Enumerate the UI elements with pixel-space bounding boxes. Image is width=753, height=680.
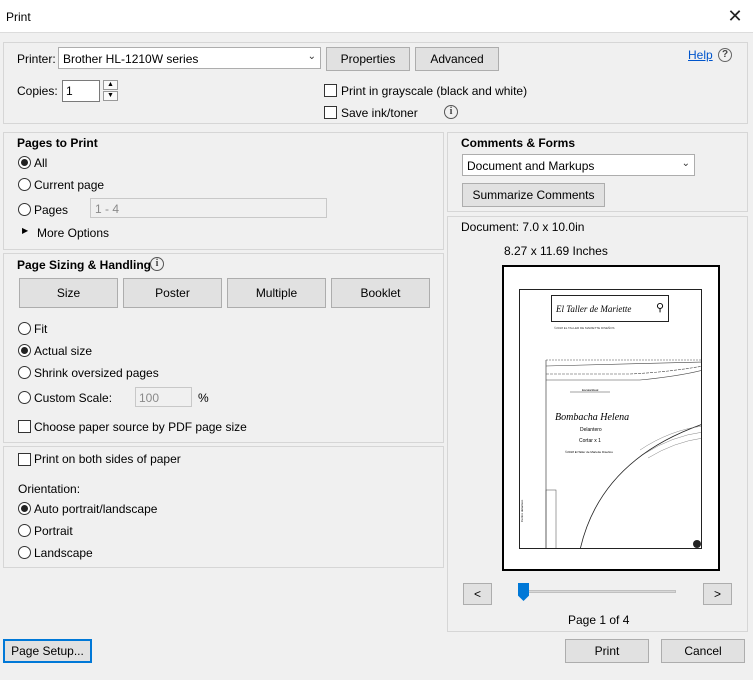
grayscale-label[interactable]: Print in grayscale (black and white) [341, 84, 527, 98]
page-setup-button[interactable]: Page Setup... [3, 639, 92, 663]
copies-down-button[interactable]: ▼ [103, 91, 118, 101]
radio-actual-size[interactable] [18, 344, 31, 357]
page-slider-track[interactable] [518, 590, 676, 593]
preview-section: Document: 7.0 x 10.0in 8.27 x 11.69 Inch… [447, 216, 748, 632]
window-title: Print [6, 10, 31, 24]
cancel-button[interactable]: Cancel [661, 639, 745, 663]
percent-label: % [198, 391, 209, 405]
copies-field[interactable]: 1 [62, 80, 100, 102]
orientation-section: Print on both sides of paper Orientation… [3, 446, 444, 568]
landscape-label[interactable]: Landscape [34, 546, 93, 560]
multiple-button[interactable]: Multiple [227, 278, 326, 308]
orientation-label: Orientation: [18, 482, 81, 496]
page-sizing-heading: Page Sizing & Handling [17, 258, 152, 272]
radio-shrink[interactable] [18, 366, 31, 379]
radio-custom-scale[interactable] [18, 391, 31, 404]
radio-current-page[interactable] [18, 178, 31, 191]
help-link[interactable]: Help [688, 48, 713, 62]
grayscale-checkbox[interactable] [324, 84, 337, 97]
radio-fit[interactable] [18, 322, 31, 335]
chevron-down-icon: ⌄ [681, 158, 690, 169]
pages-range-input[interactable]: 1 - 4 [90, 198, 327, 218]
more-options-label[interactable]: More Options [37, 226, 109, 240]
document-size-label: Document: 7.0 x 10.0in [461, 220, 585, 234]
pattern-part: Delantero [580, 427, 602, 433]
comments-select[interactable]: Document and Markups ⌄ [462, 154, 695, 176]
preview-page-border: El Taller de Mariette ⚲ ©2018 EL TALLER … [519, 289, 702, 549]
properties-button[interactable]: Properties [326, 47, 410, 71]
pattern-side-text: Centro delantero [520, 499, 524, 522]
printer-section: Printer: Brother HL-1210W series ⌄ Prope… [3, 42, 748, 124]
fit-label[interactable]: Fit [34, 322, 47, 336]
shrink-label[interactable]: Shrink oversized pages [34, 366, 159, 380]
page-preview: El Taller de Mariette ⚲ ©2018 EL TALLER … [502, 265, 720, 571]
chevron-down-icon: ⌄ [307, 51, 316, 62]
title-bar: Print ✕ [0, 0, 753, 33]
triangle-right-icon[interactable]: ▶ [22, 226, 28, 235]
next-page-button[interactable]: > [703, 583, 732, 605]
printer-select[interactable]: Brother HL-1210W series ⌄ [58, 47, 321, 69]
printer-select-value: Brother HL-1210W series [63, 52, 199, 66]
portrait-label[interactable]: Portrait [34, 524, 73, 538]
both-sides-label[interactable]: Print on both sides of paper [34, 452, 181, 466]
copies-value: 1 [66, 84, 73, 98]
advanced-button[interactable]: Advanced [415, 47, 499, 71]
save-ink-checkbox[interactable] [324, 106, 337, 119]
pages-label[interactable]: Pages [34, 203, 68, 217]
booklet-button[interactable]: Booklet [331, 278, 430, 308]
paper-source-checkbox[interactable] [18, 420, 31, 433]
radio-portrait[interactable] [18, 524, 31, 537]
paper-source-label[interactable]: Choose paper source by PDF page size [34, 420, 247, 434]
pages-to-print-heading: Pages to Print [17, 136, 98, 150]
info-icon[interactable]: i [150, 257, 164, 271]
copies-up-button[interactable]: ▲ [103, 80, 118, 90]
custom-scale-value: 100 [139, 391, 160, 405]
auto-orientation-label[interactable]: Auto portrait/landscape [34, 502, 157, 516]
printer-label: Printer: [17, 52, 56, 66]
page-slider-thumb[interactable] [518, 583, 529, 601]
pattern-footer-credit: ©2018 El Taller de Mariette Diseños [565, 450, 613, 454]
pages-to-print-section: Pages to Print All Current page Pages 1 … [3, 132, 444, 250]
current-page-label[interactable]: Current page [34, 178, 104, 192]
previous-page-button[interactable]: < [463, 583, 492, 605]
all-label[interactable]: All [34, 156, 47, 170]
summarize-comments-button[interactable]: Summarize Comments [462, 183, 605, 207]
save-ink-label[interactable]: Save ink/toner [341, 106, 418, 120]
pattern-name: Bombacha Helena [555, 412, 630, 423]
radio-auto-orientation[interactable] [18, 502, 31, 515]
custom-scale-input[interactable]: 100 [135, 387, 192, 407]
close-icon[interactable]: ✕ [725, 5, 745, 27]
info-icon[interactable]: i [444, 105, 458, 119]
pattern-small-label: Escala/Ideal [582, 388, 599, 392]
paper-size-label: 8.27 x 11.69 Inches [504, 244, 608, 258]
page-sizing-section: Page Sizing & Handling i Size Poster Mul… [3, 253, 444, 443]
comments-forms-section: Comments & Forms Document and Markups ⌄ … [447, 132, 748, 212]
pages-range-value: 1 - 4 [95, 202, 120, 216]
pattern-cut: Cortar x 1 [579, 438, 601, 444]
copies-label: Copies: [17, 84, 58, 98]
actual-size-label[interactable]: Actual size [34, 344, 92, 358]
radio-all[interactable] [18, 156, 31, 169]
help-icon[interactable]: ? [718, 48, 732, 62]
radio-landscape[interactable] [18, 546, 31, 559]
poster-button[interactable]: Poster [123, 278, 222, 308]
both-sides-checkbox[interactable] [18, 453, 31, 466]
custom-scale-label[interactable]: Custom Scale: [34, 391, 112, 405]
comments-heading: Comments & Forms [461, 136, 576, 150]
radio-pages[interactable] [18, 203, 31, 216]
print-button[interactable]: Print [565, 639, 649, 663]
size-button[interactable]: Size [19, 278, 118, 308]
page-indicator: Page 1 of 4 [568, 613, 630, 627]
comments-select-value: Document and Markups [467, 159, 595, 173]
